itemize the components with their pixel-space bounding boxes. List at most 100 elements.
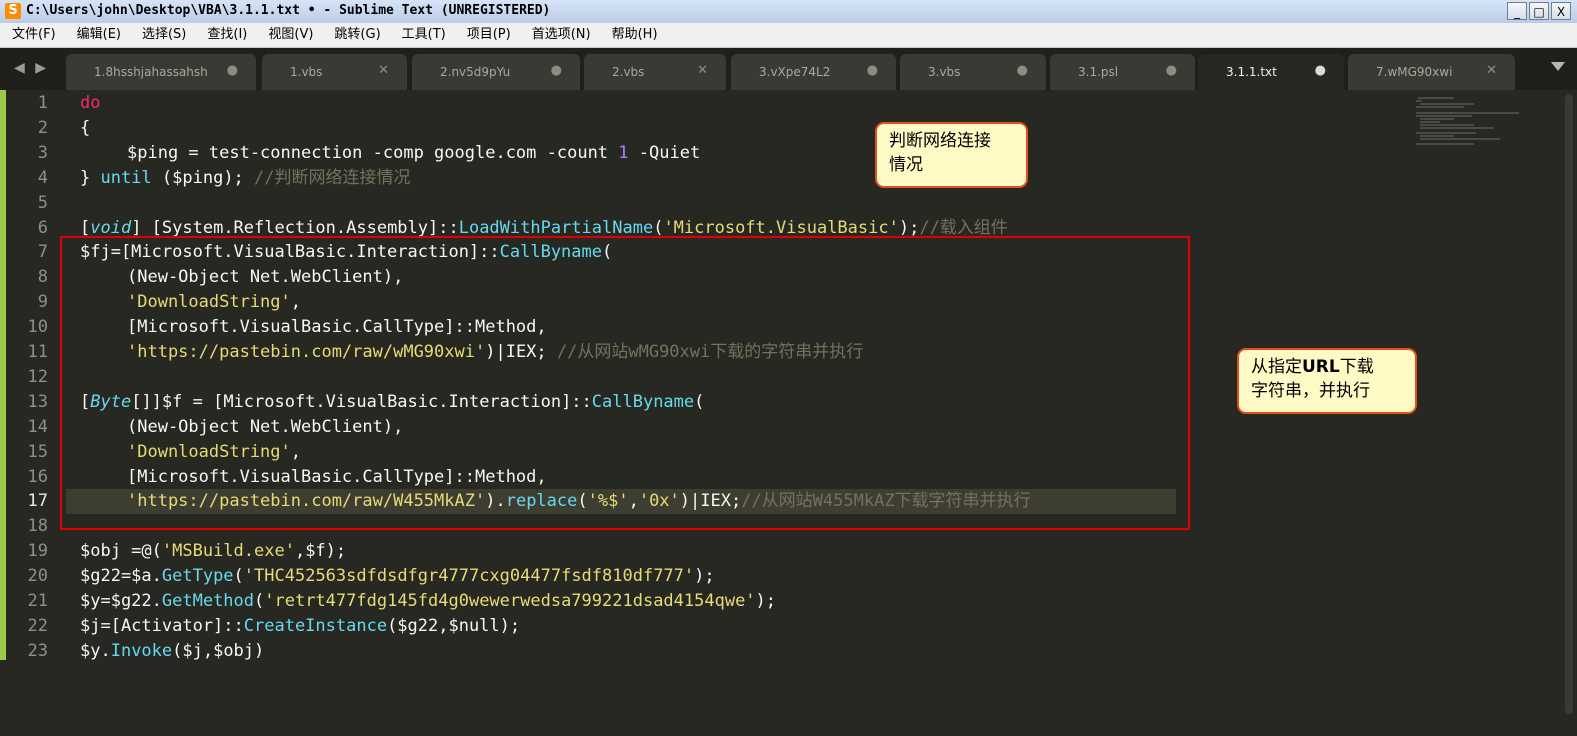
code-text: } until ($ping); //判断网络连接情况 (80, 166, 411, 191)
code-token: 'Microsoft.VisualBasic' (663, 217, 899, 238)
tab-1-vbs[interactable]: 1.vbs ✕ (262, 54, 407, 90)
line-number: 21 (27, 591, 48, 611)
code-text: { (80, 116, 90, 141)
code-line[interactable]: 21 $y=$g22.GetMethod('retrt477fdg145fd4g0… (6, 589, 1186, 614)
code-line[interactable]: 1 do (6, 91, 1186, 116)
code-token: //判断网络连接情况 (254, 167, 411, 188)
code-token: CreateInstance (243, 615, 388, 636)
tab-label: 2.vbs (612, 65, 645, 79)
callout-line: 从指定URL下载 (1251, 355, 1403, 379)
close-tab-icon[interactable]: ✕ (378, 63, 389, 78)
code-token: ( (254, 591, 265, 611)
dirty-dot-icon[interactable]: ● (1017, 63, 1028, 78)
menu-preferences[interactable]: 首选项(N) (520, 23, 600, 47)
code-token: GetMethod (161, 591, 255, 611)
tab-bar: ◀ ▶ 1.8hsshjahassahsh ● 1.vbs ✕ 2.nv5d9p… (0, 48, 1577, 90)
code-token: $ping = test-connection -comp google.com… (127, 142, 619, 163)
code-token: ); (898, 217, 920, 238)
code-line[interactable]: 23 $y.Invoke($j,$obj) (6, 639, 1186, 664)
code-line[interactable]: 22 $j=[Activator]::CreateInstance($g22,$n… (6, 614, 1186, 639)
callout-text: 判断网络连接 (889, 131, 991, 151)
line-number: 17 (27, 491, 48, 512)
tab-label: 2.nv5d9pYu (440, 65, 511, 79)
code-token: { (80, 117, 91, 138)
code-text: $y.Invoke($j,$obj) (80, 639, 264, 664)
tab-3-1-psl[interactable]: 3.1.psl ● (1050, 54, 1195, 90)
tab-3-vbs[interactable]: 3.vbs ● (900, 54, 1046, 90)
tab-label: 3.1.psl (1078, 65, 1119, 79)
menu-file[interactable]: 文件(F) (0, 23, 65, 47)
dirty-dot-icon[interactable]: ● (867, 63, 878, 78)
window-controls: _ □ X (1507, 2, 1571, 20)
code-token: ); (755, 591, 777, 611)
code-token: ($g22,$null); (387, 615, 521, 636)
code-token: ($j,$obj) (172, 640, 265, 661)
code-token: 1 (618, 142, 629, 163)
menu-selection[interactable]: 选择(S) (130, 23, 195, 47)
menu-project[interactable]: 项目(P) (455, 23, 520, 47)
code-token: 'retrt477fdg145fd4g0wewerwedsa799221dsad… (264, 591, 756, 611)
menu-edit[interactable]: 编辑(E) (65, 23, 130, 47)
sublime-app-icon: S (5, 3, 21, 19)
code-token: do (80, 93, 101, 113)
code-token: $y=$g22. (80, 591, 162, 611)
vertical-scrollbar[interactable] (1565, 94, 1573, 714)
line-number: 9 (37, 292, 48, 313)
menu-help[interactable]: 帮助(H) (600, 23, 667, 47)
code-text: $j=[Activator]::CreateInstance($g22,$nul… (80, 614, 520, 639)
code-line[interactable]: 20 $g22=$a.GetType('THC452563sdfdsdfgr477… (6, 564, 1186, 589)
line-number: 14 (27, 416, 48, 437)
close-tab-icon[interactable]: ✕ (1486, 63, 1497, 78)
code-token: ); (694, 566, 715, 587)
tab-list-dropdown-icon[interactable] (1551, 62, 1565, 71)
minimize-button[interactable]: _ (1507, 2, 1527, 20)
code-token: ( (233, 566, 244, 587)
line-number: 18 (27, 516, 48, 537)
menu-view[interactable]: 视图(V) (256, 23, 322, 47)
dirty-dot-icon[interactable]: ● (551, 63, 562, 78)
code-token: Invoke (110, 640, 173, 661)
line-number: 2 (37, 117, 48, 138)
tab-label: 1.8hsshjahassahsh (94, 65, 208, 79)
code-token: //载入组件 (919, 217, 1008, 238)
code-line[interactable]: 5 (6, 191, 1186, 216)
line-number: 12 (27, 366, 48, 387)
line-number: 6 (37, 217, 48, 238)
line-number: 13 (27, 391, 48, 412)
dirty-dot-icon[interactable]: ● (227, 63, 238, 78)
tab-3-vxpe74l2[interactable]: 3.vXpe74L2 ● (731, 54, 896, 90)
tab-2-nv5d9pyu[interactable]: 2.nv5d9pYu ● (412, 54, 580, 90)
line-number: 15 (27, 441, 48, 462)
tab-label: 3.1.1.txt (1226, 65, 1277, 79)
line-number: 22 (27, 615, 48, 636)
minimap[interactable] (1414, 96, 1524, 148)
code-line[interactable]: 19 $obj =@('MSBuild.exe',$f); (6, 539, 1186, 564)
maximize-button[interactable]: □ (1529, 2, 1549, 20)
code-token: ,$f); (294, 541, 347, 562)
tab-label: 3.vbs (928, 65, 961, 79)
line-number: 4 (37, 167, 48, 188)
tab-7-wmg90xwi[interactable]: 7.wMG90xwi ✕ (1348, 54, 1515, 90)
close-tab-icon[interactable]: ✕ (697, 63, 708, 78)
tab-label: 1.vbs (290, 65, 323, 79)
code-token: 'MSBuild.exe' (161, 541, 295, 562)
dirty-dot-icon[interactable]: ● (1315, 63, 1326, 78)
menu-tools[interactable]: 工具(T) (390, 23, 455, 47)
code-token: GetType (161, 566, 234, 587)
tab-nav-arrows[interactable]: ◀ ▶ (14, 60, 49, 76)
code-token: $y. (80, 640, 111, 661)
callout-network-check: 判断网络连接 情况 (875, 122, 1028, 188)
code-token: ] [System.Reflection.Assembly]:: (131, 217, 459, 238)
code-token: 'THC452563sdfdsdfgr4777cxg04477fsdf810df… (243, 566, 695, 587)
close-button[interactable]: X (1551, 2, 1571, 20)
menu-bar: 文件(F) 编辑(E) 选择(S) 查找(I) 视图(V) 跳转(G) 工具(T… (0, 23, 1577, 48)
menu-find[interactable]: 查找(I) (195, 23, 256, 47)
tab-3-1-1-txt[interactable]: 3.1.1.txt ● (1198, 54, 1344, 90)
code-token: [ (80, 217, 91, 238)
tab-2-vbs[interactable]: 2.vbs ✕ (584, 54, 726, 90)
tab-1-8hsshjahassahsh[interactable]: 1.8hsshjahassahsh ● (66, 54, 256, 90)
menu-goto[interactable]: 跳转(G) (322, 23, 389, 47)
dirty-dot-icon[interactable]: ● (1166, 63, 1177, 78)
line-number: 19 (27, 541, 48, 562)
line-number: 5 (37, 192, 48, 213)
